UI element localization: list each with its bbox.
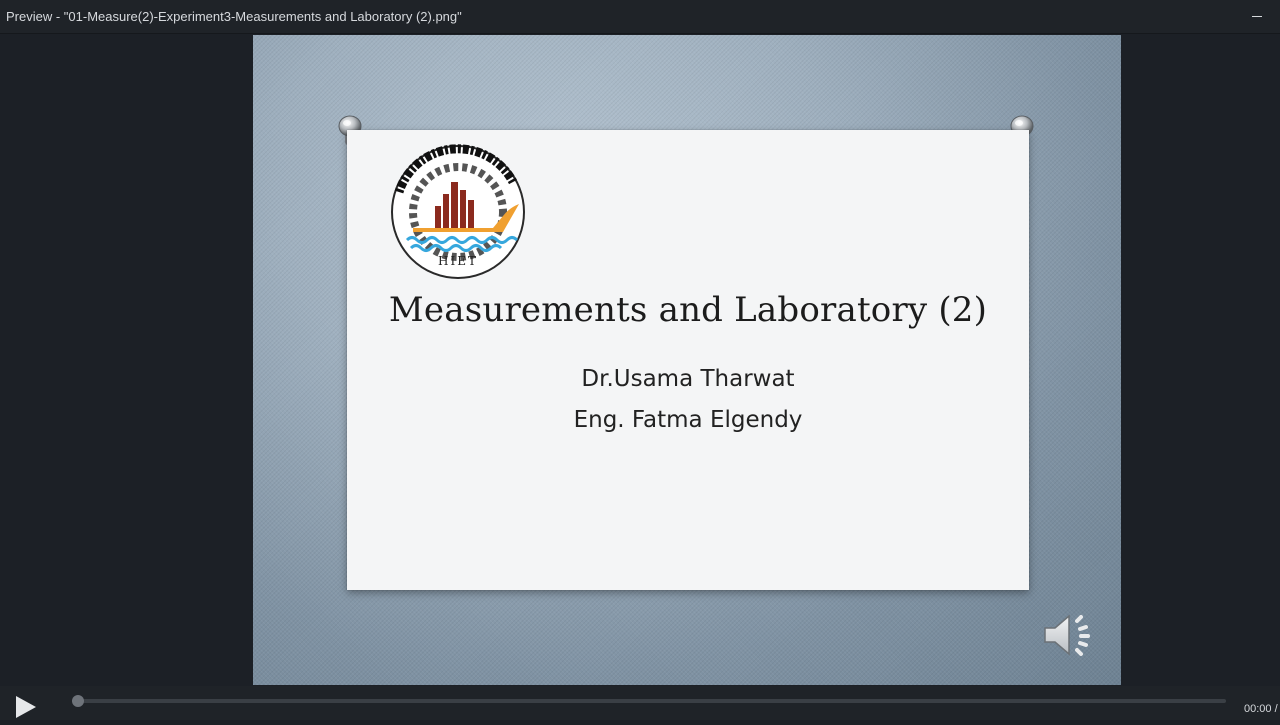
play-icon (16, 696, 36, 718)
hiet-logo: HIET (391, 144, 525, 279)
slide-card: HIET Measurements and Laboratory (2) Dr.… (347, 130, 1029, 590)
minimize-button[interactable] (1250, 8, 1264, 24)
seek-bar[interactable] (72, 694, 1226, 708)
window-title: Preview - "01-Measure(2)-Experiment3-Mea… (6, 9, 462, 24)
play-button[interactable] (12, 694, 38, 720)
slide: HIET Measurements and Laboratory (2) Dr.… (253, 35, 1121, 685)
logo-abbreviation: HIET (438, 254, 478, 268)
seek-track (72, 699, 1226, 703)
minimize-icon (1252, 15, 1262, 17)
seek-thumb[interactable] (72, 695, 84, 707)
player-controls: 00:00 / (0, 686, 1280, 720)
speaker-icon[interactable] (1041, 608, 1101, 662)
author-name: Eng. Fatma Elgendy (573, 407, 803, 433)
preview-stage: HIET Measurements and Laboratory (2) Dr.… (0, 35, 1280, 685)
time-display: 00:00 / (1244, 703, 1278, 715)
author-name: Dr.Usama Tharwat (581, 366, 795, 392)
window-titlebar: Preview - "01-Measure(2)-Experiment3-Mea… (0, 0, 1280, 34)
slide-title: Measurements and Laboratory (2) (388, 290, 988, 330)
